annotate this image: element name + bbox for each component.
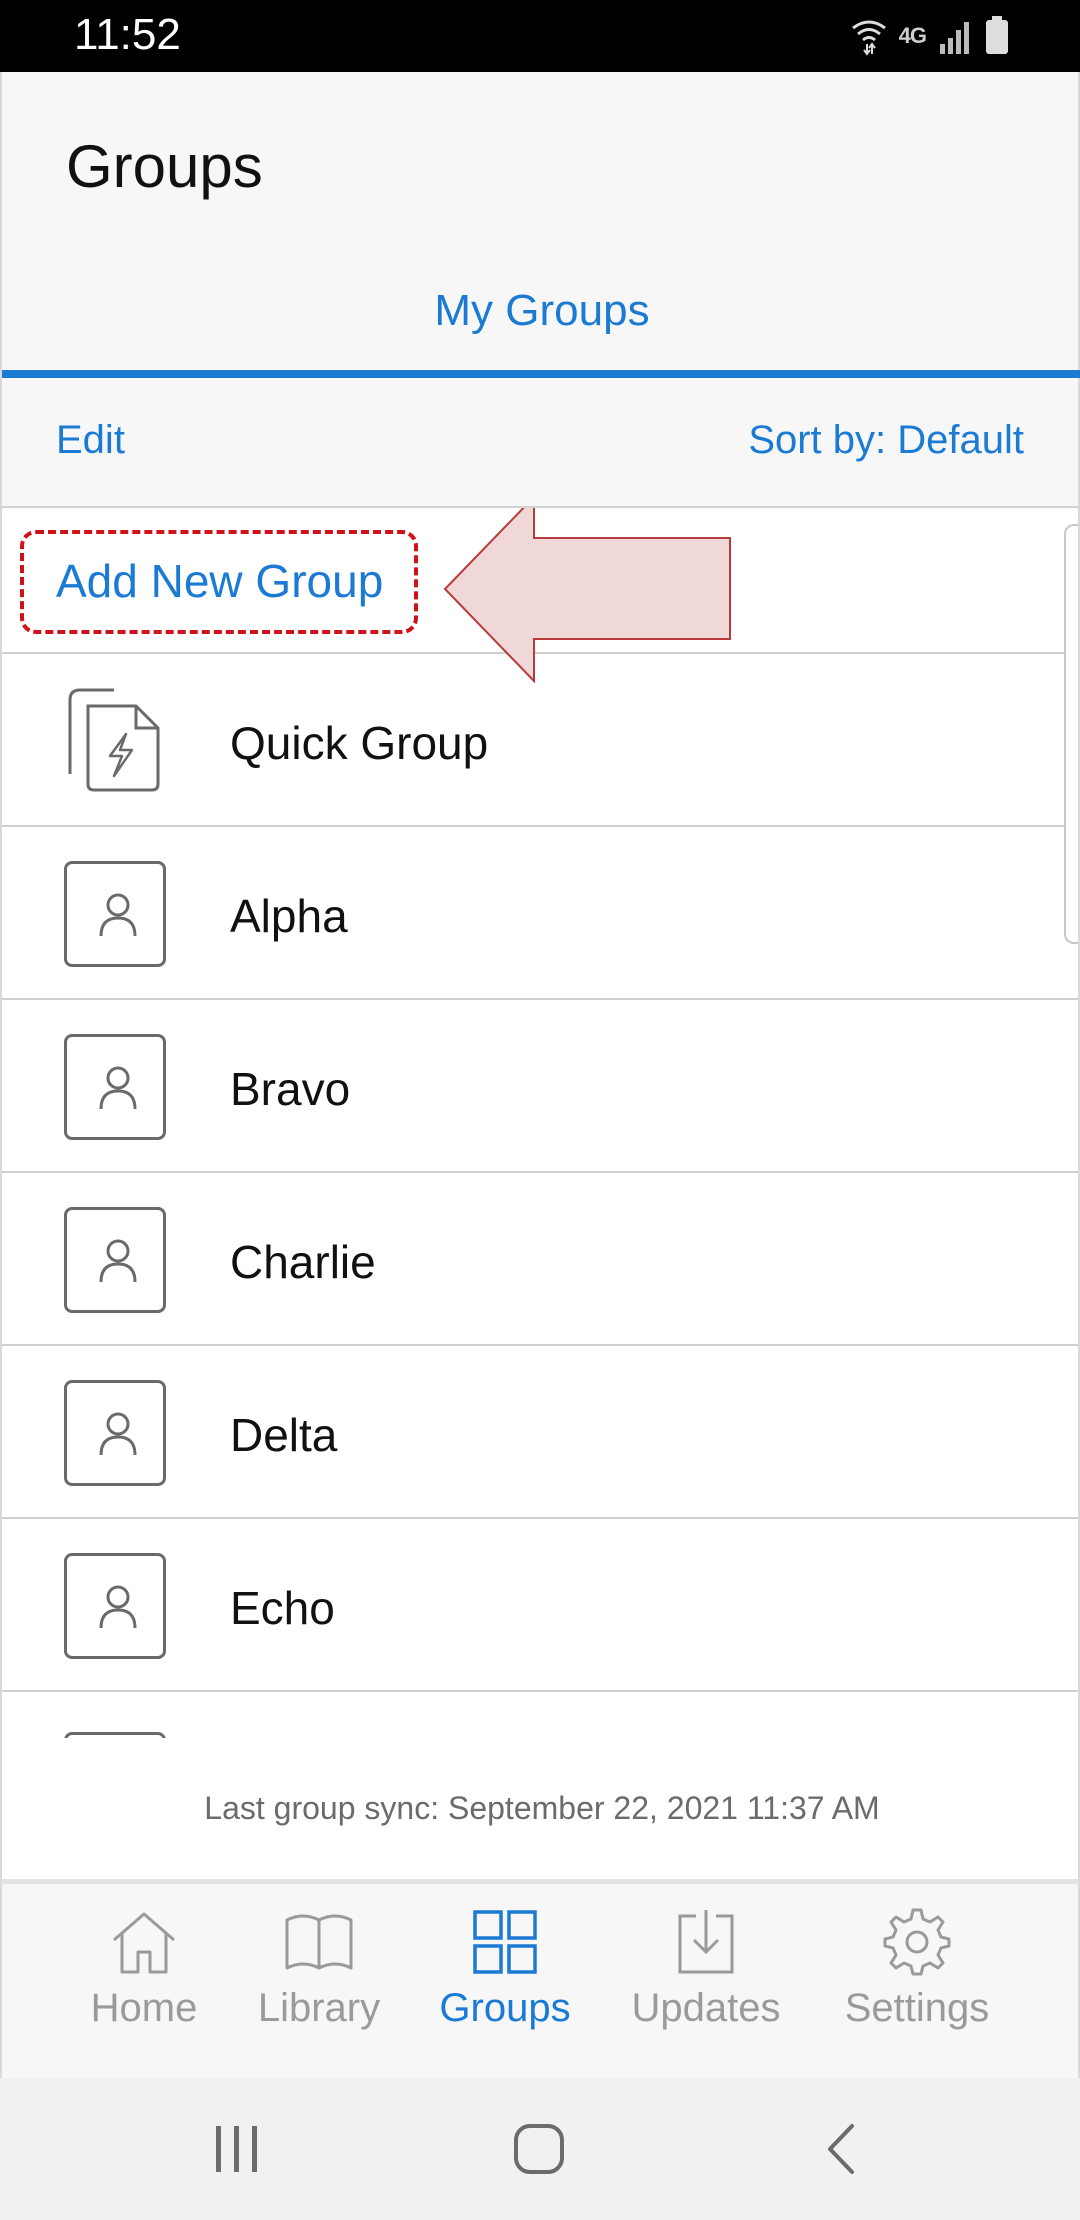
nav-label: Settings	[844, 1986, 990, 2030]
list-toolbar: Edit Sort by: Default	[0, 378, 1080, 508]
status-time: 11:52	[74, 10, 181, 59]
group-name: Delta	[230, 1409, 338, 1461]
group-name: Alpha	[230, 890, 348, 942]
list-item-bravo[interactable]: Bravo	[2, 1000, 1078, 1173]
add-new-group-row[interactable]: Add New Group	[2, 508, 1078, 684]
nav-groups[interactable]: Groups	[415, 1906, 595, 2066]
person-icon	[64, 1034, 166, 1140]
battery-icon	[986, 16, 1008, 54]
group-name: Echo	[230, 1582, 335, 1634]
group-name: Quick Group	[230, 717, 489, 769]
nav-settings[interactable]: Settings	[827, 1906, 1007, 2066]
nav-home[interactable]: Home	[54, 1906, 234, 2066]
tab-active-indicator	[2, 370, 1080, 378]
gear-icon	[883, 1908, 951, 1976]
person-icon	[64, 1380, 166, 1486]
person-icon	[64, 861, 166, 967]
list-item-charlie[interactable]: Charlie	[2, 1173, 1078, 1346]
sync-status: Last group sync: September 22, 2021 11:3…	[0, 1738, 1080, 1884]
last-sync-text: Last group sync: September 22, 2021 11:3…	[204, 1790, 880, 1826]
list-item-alpha[interactable]: Alpha	[2, 827, 1078, 1000]
system-nav-bar	[0, 2078, 1080, 2220]
tab-my-groups[interactable]: My Groups	[2, 286, 1080, 336]
add-new-group-button[interactable]: Add New Group	[56, 554, 383, 608]
status-bar: 11:52 4G	[0, 0, 1080, 72]
bottom-nav: Home Library Groups Updates Settings	[0, 1884, 1080, 2078]
book-icon	[285, 1914, 353, 1970]
person-icon	[64, 1207, 166, 1313]
nav-label: Library	[257, 1986, 381, 2030]
tab-bar: My Groups	[0, 256, 1080, 378]
app-header: Groups	[0, 72, 1080, 256]
status-icons: 4G	[851, 14, 1010, 58]
nav-library[interactable]: Library	[229, 1906, 409, 2066]
grid-icon	[473, 1910, 537, 1974]
quick-group-icon	[68, 688, 160, 792]
wifi-icon	[851, 20, 886, 56]
nav-updates[interactable]: Updates	[616, 1906, 796, 2066]
page-title: Groups	[66, 133, 263, 200]
list-item-echo[interactable]: Echo	[2, 1519, 1078, 1692]
group-name: Charlie	[230, 1236, 376, 1288]
nav-label: Updates	[631, 1986, 781, 2030]
edit-button[interactable]: Edit	[56, 418, 125, 463]
nav-label: Groups	[439, 1986, 571, 2030]
nav-label: Home	[90, 1986, 198, 2030]
network-label: 4G	[898, 23, 927, 48]
list-item-delta[interactable]: Delta	[2, 1346, 1078, 1519]
home-icon	[113, 1912, 175, 1974]
download-icon	[678, 1910, 734, 1974]
scrollbar[interactable]	[1064, 524, 1078, 944]
group-list: Add New Group Quick Group Alpha Bravo Ch…	[0, 508, 1080, 1738]
list-item-partial[interactable]	[2, 1692, 1078, 1738]
person-icon	[64, 1553, 166, 1659]
list-item-quick-group[interactable]: Quick Group	[2, 654, 1078, 827]
group-name: Bravo	[230, 1063, 351, 1115]
recent-apps-icon[interactable]	[212, 2122, 262, 2176]
signal-icon	[940, 22, 969, 54]
sort-button[interactable]: Sort by: Default	[748, 418, 1024, 463]
back-icon[interactable]	[822, 2122, 862, 2176]
home-button-icon[interactable]	[512, 2122, 568, 2176]
